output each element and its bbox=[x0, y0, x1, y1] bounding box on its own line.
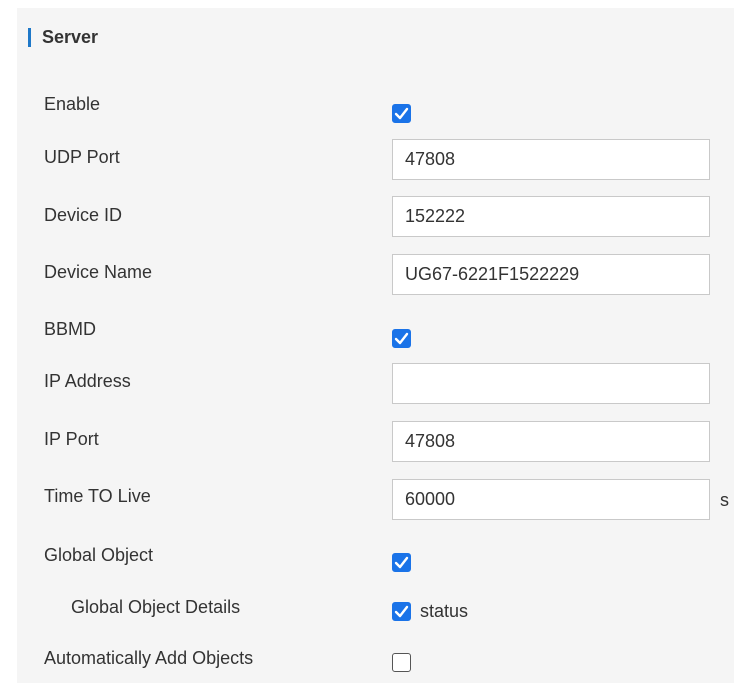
checkmark-icon bbox=[394, 605, 409, 618]
udp-port-label: UDP Port bbox=[44, 147, 120, 167]
ip-address-label: IP Address bbox=[44, 371, 131, 391]
global-object-label: Global Object bbox=[44, 545, 154, 565]
checkmark-icon bbox=[394, 556, 409, 569]
enable-checkbox[interactable] bbox=[392, 104, 411, 123]
udp-port-input[interactable] bbox=[392, 139, 710, 180]
bbmd-label: BBMD bbox=[44, 319, 97, 339]
device-id-input[interactable] bbox=[392, 196, 710, 237]
time-to-live-label: Time TO Live bbox=[44, 486, 151, 506]
checkmark-icon bbox=[394, 107, 409, 120]
status-option-label[interactable]: status bbox=[420, 601, 468, 622]
device-id-label: Device ID bbox=[44, 205, 123, 225]
global-object-details-status-checkbox[interactable] bbox=[392, 602, 411, 621]
device-name-input[interactable] bbox=[392, 254, 710, 295]
ip-address-input[interactable] bbox=[392, 363, 710, 404]
global-object-details-label: Global Object Details bbox=[71, 597, 241, 617]
checkmark-icon bbox=[394, 332, 409, 345]
global-object-checkbox[interactable] bbox=[392, 553, 411, 572]
section-header: Server bbox=[28, 24, 98, 50]
section-title: Server bbox=[42, 26, 99, 47]
ip-port-input[interactable] bbox=[392, 421, 710, 462]
ip-port-label: IP Port bbox=[44, 429, 99, 449]
time-to-live-unit: s bbox=[720, 490, 729, 510]
section-accent-bar bbox=[28, 27, 31, 47]
device-name-label: Device Name bbox=[44, 262, 153, 282]
auto-add-objects-label: Automatically Add Objects bbox=[44, 648, 254, 668]
enable-label: Enable bbox=[44, 94, 101, 114]
time-to-live-input[interactable] bbox=[392, 479, 710, 520]
bbmd-checkbox[interactable] bbox=[392, 329, 411, 348]
settings-panel bbox=[17, 8, 734, 683]
auto-add-objects-checkbox[interactable] bbox=[392, 653, 411, 672]
